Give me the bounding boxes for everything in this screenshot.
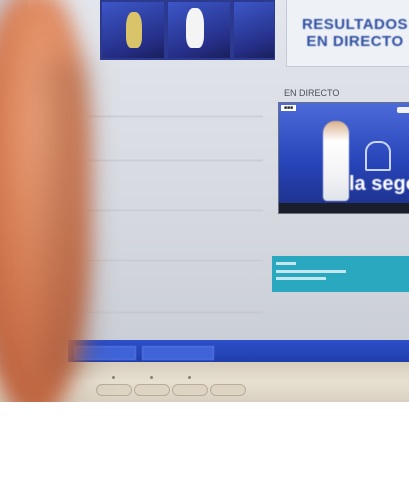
aqueduct-logo-icon: [365, 141, 391, 171]
photo-scene: RESULTADOS EN DIRECTO EN DIRECTO ■■■ la …: [0, 0, 409, 402]
video-overlay-text: la segovi: [349, 173, 409, 195]
info-line: [276, 270, 346, 273]
banner-photo-tile: [102, 2, 164, 58]
resultados-en-directo-banner[interactable]: RESULTADOS EN DIRECTO: [286, 0, 409, 67]
en-directo-heading: EN DIRECTO: [284, 88, 340, 98]
list-item[interactable]: [88, 272, 263, 313]
list-item[interactable]: [88, 176, 263, 211]
info-box[interactable]: [272, 256, 409, 292]
live-video-player[interactable]: ■■■ la segovi: [278, 102, 409, 214]
list-item[interactable]: [88, 80, 263, 117]
en-directo-panel: EN DIRECTO ■■■ la segovi: [272, 88, 409, 298]
indicator-dot-icon: [150, 376, 153, 379]
list-item[interactable]: [88, 220, 263, 261]
windows-taskbar[interactable]: [68, 340, 409, 364]
monitor-button[interactable]: [210, 384, 246, 396]
athlete-figure: [126, 12, 142, 48]
banner-photo-tile: [234, 2, 274, 58]
athlete-figure: [186, 8, 204, 48]
video-tab[interactable]: ■■■: [281, 105, 297, 111]
finger-shadow: [40, 60, 90, 380]
monitor-button[interactable]: [134, 384, 170, 396]
indicator-dot-icon: [188, 376, 191, 379]
blank-area: [0, 402, 409, 488]
tennis-player-figure: [323, 121, 349, 201]
monitor-button[interactable]: [96, 384, 132, 396]
taskbar-item[interactable]: [142, 346, 214, 360]
list-item[interactable]: [88, 124, 263, 161]
resultados-title: RESULTADOS: [301, 16, 409, 33]
banner-photo-tile: [168, 2, 230, 58]
monitor-button[interactable]: [172, 384, 208, 396]
top-photo-banner: [100, 0, 275, 60]
video-controls-bar[interactable]: [279, 203, 409, 213]
indicator-dot-icon: [112, 376, 115, 379]
info-line: [276, 262, 296, 265]
video-caption: [272, 218, 409, 240]
en-directo-title: EN DIRECTO: [306, 33, 404, 50]
info-line: [276, 277, 326, 280]
live-badge: [397, 107, 409, 113]
taskbar-tray[interactable]: [348, 346, 398, 358]
